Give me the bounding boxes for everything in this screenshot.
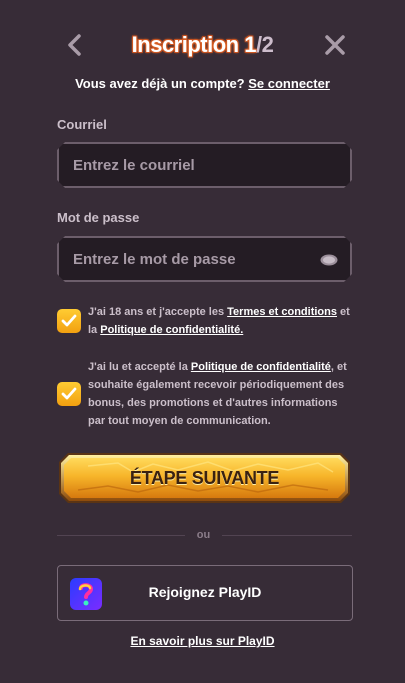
playid-learn-more-link[interactable]: En savoir plus sur PlayID <box>0 634 405 648</box>
divider-text: ou <box>196 529 211 541</box>
next-step-label: ÉTAPE SUIVANTE <box>129 467 280 488</box>
login-link[interactable]: Se connecter <box>248 76 330 91</box>
next-step-button[interactable]: ÉTAPE SUIVANTE <box>58 452 351 504</box>
email-label: Courriel <box>57 117 107 132</box>
playid-button[interactable]: Rejoignez PlayID <box>57 565 353 621</box>
check-icon <box>61 314 77 327</box>
privacy-policy-link[interactable]: Politique de confidentialité. <box>100 324 243 336</box>
terms-link[interactable]: Termes et conditions <box>227 306 337 318</box>
login-prompt: Vous avez déjà un compte? Se connecter <box>0 76 405 91</box>
terms-text-before: J'ai 18 ans et j'accepte les <box>88 306 228 318</box>
password-toggle-button[interactable] <box>320 253 338 265</box>
title-total: 2 <box>261 32 274 57</box>
title-main: Inscription 1 <box>131 32 257 57</box>
playid-label: Rejoignez PlayID <box>148 584 262 600</box>
marketing-privacy-link[interactable]: Politique de confidentialité <box>191 361 331 373</box>
marketing-text-before: J'ai lu et accepté la <box>88 361 191 373</box>
divider-line-right <box>222 535 352 536</box>
eye-icon <box>320 254 338 266</box>
terms-consent-text: J'ai 18 ans et j'accepte les Termes et c… <box>88 303 353 339</box>
email-field-container <box>57 142 352 188</box>
password-field[interactable] <box>59 238 350 280</box>
marketing-consent-text: J'ai lu et accepté la Politique de confi… <box>88 358 353 430</box>
password-field-container <box>57 236 352 282</box>
check-icon <box>61 387 77 400</box>
email-field[interactable] <box>59 144 350 186</box>
password-label: Mot de passe <box>57 210 140 225</box>
close-button[interactable] <box>322 32 348 58</box>
login-prompt-text: Vous avez déjà un compte? <box>75 76 245 91</box>
terms-checkbox[interactable] <box>57 309 81 333</box>
marketing-checkbox[interactable] <box>57 382 81 406</box>
close-icon <box>325 35 345 55</box>
divider-line-left <box>57 535 185 536</box>
